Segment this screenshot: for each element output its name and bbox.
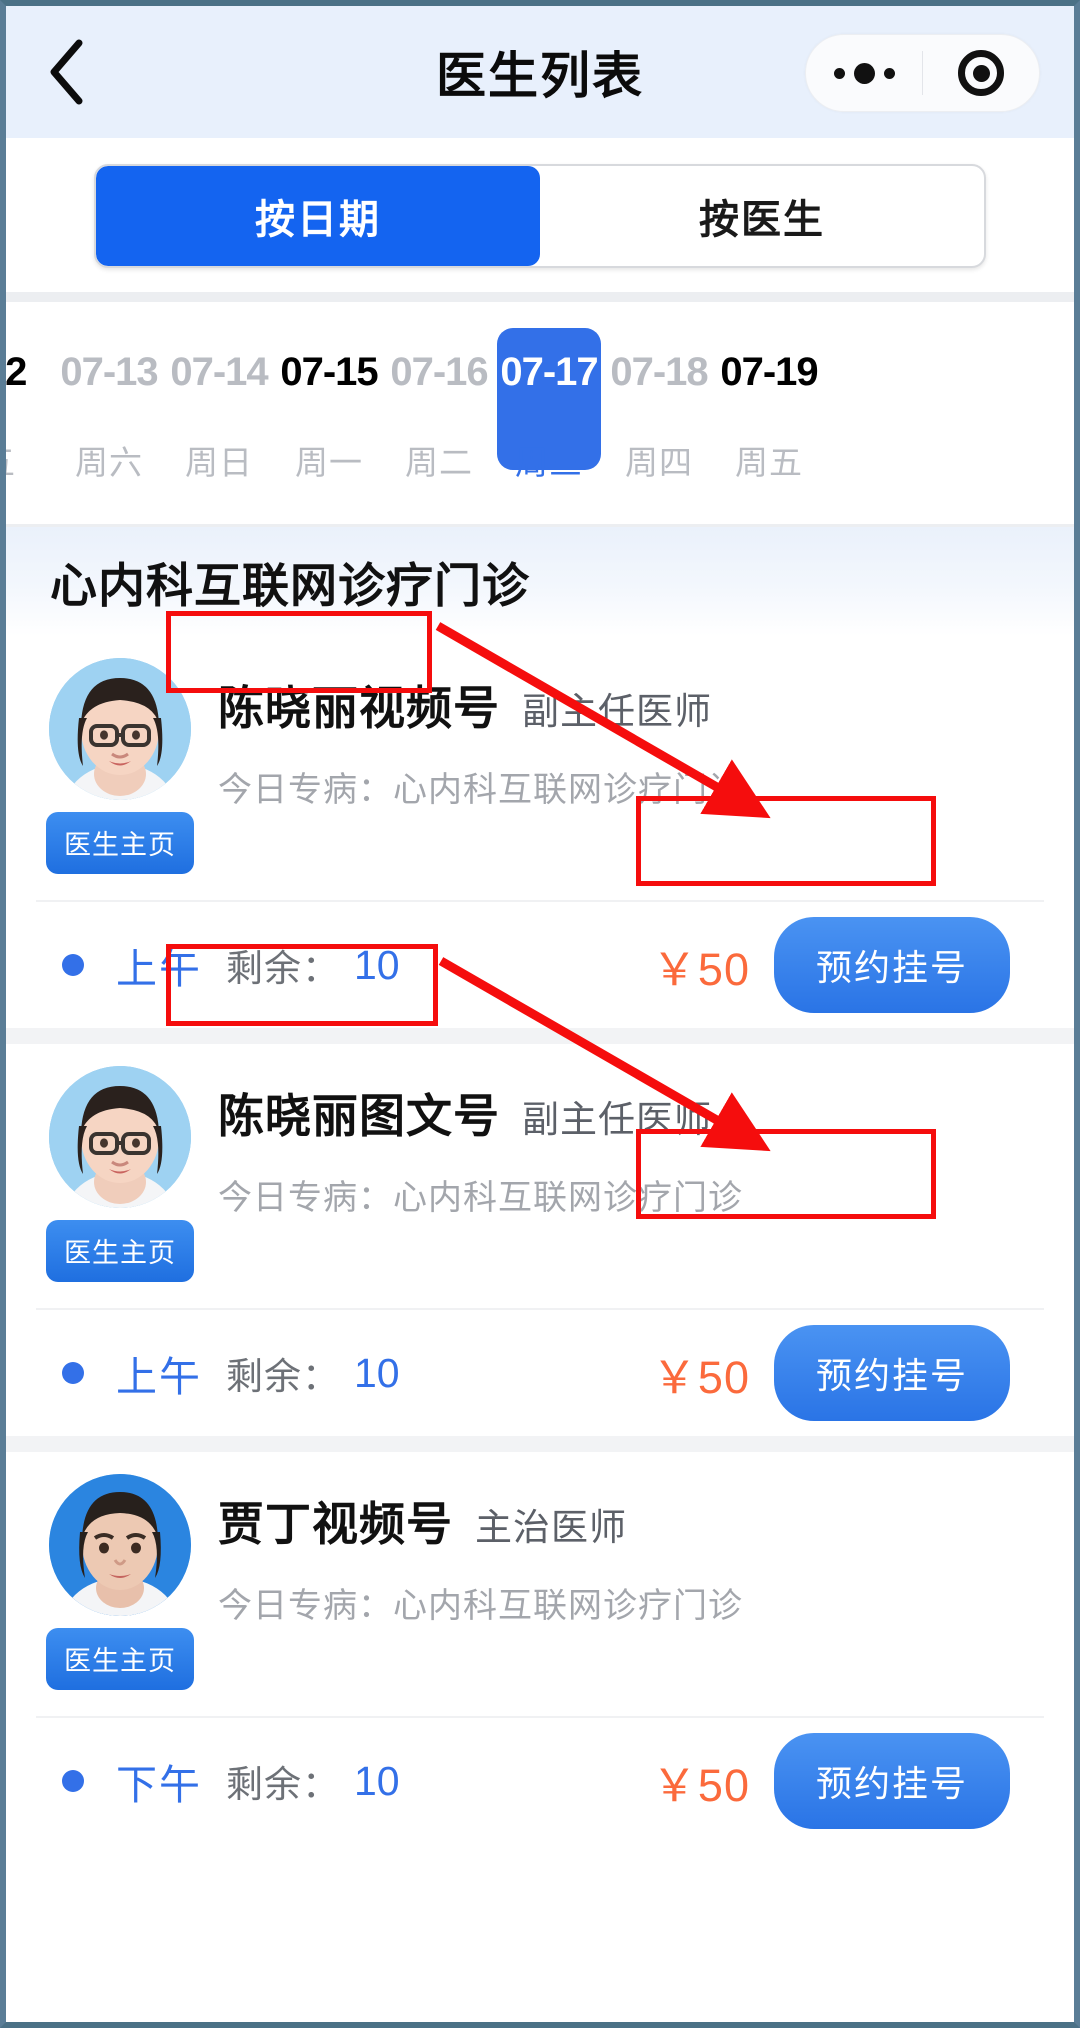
remaining-label: 剩余： <box>226 1764 340 1805</box>
remaining-count: 10 <box>354 1349 400 1396</box>
schedule-period: 下午 <box>116 1762 202 1808</box>
date-number: 07-14 <box>170 350 268 394</box>
doctor-name: 贾丁视频号 <box>218 1498 453 1550</box>
date-number: -12 <box>6 350 27 394</box>
chevron-left-icon <box>46 39 86 105</box>
department-title: 心内科互联网诊疗门诊 <box>50 559 530 612</box>
date-item[interactable]: 07-19 周五 <box>714 302 824 484</box>
doctor-info-row[interactable]: 医生主页 贾丁视频号 主治医师 今日专病：心内科互联网诊疗门诊 <box>6 1452 1074 1704</box>
target-circle-icon <box>958 50 1004 96</box>
date-number: 07-15 <box>280 350 378 394</box>
doctor-name-line: 陈晓丽图文号 副主任医师 <box>218 1080 1044 1146</box>
date-item[interactable]: -12 五 <box>6 302 54 484</box>
remaining-count: 10 <box>354 1757 400 1804</box>
availability-dot-icon <box>62 954 84 976</box>
more-button[interactable] <box>806 35 922 111</box>
section-divider <box>6 292 1074 302</box>
doctor-specialty: 今日专病：心内科互联网诊疗门诊 <box>218 1179 743 1217</box>
back-button[interactable] <box>6 6 126 138</box>
date-number: 07-13 <box>60 350 158 394</box>
doctor-name-line: 贾丁视频号 主治医师 <box>218 1488 1044 1554</box>
doctor-details: 陈晓丽视频号 副主任医师 今日专病：心内科互联网诊疗门诊 <box>204 658 1044 874</box>
schedule-row: 上午 剩余： 10 ￥50 预约挂号 <box>36 900 1044 1028</box>
avatar <box>49 658 191 800</box>
avatar <box>49 1474 191 1616</box>
date-strip[interactable]: -12 五 07-13 周六 07-14 周日 07-15 周一 07-16 周… <box>6 302 1074 524</box>
doctor-card: 医生主页 陈晓丽图文号 副主任医师 今日专病：心内科互联网诊疗门诊 上午 剩余：… <box>6 1044 1074 1436</box>
date-number: 07-17 <box>500 350 598 394</box>
remaining-label: 剩余： <box>226 1356 340 1397</box>
doctor-info-row[interactable]: 医生主页 陈晓丽视频号 副主任医师 今日专病：心内科互联网诊疗门诊 <box>6 636 1074 888</box>
more-dots-icon <box>833 62 895 84</box>
date-weekday: 周二 <box>405 444 473 481</box>
doctor-details: 陈晓丽图文号 副主任医师 今日专病：心内科互联网诊疗门诊 <box>204 1066 1044 1282</box>
tab-switcher: 按日期 按医生 <box>94 164 986 268</box>
remaining-count: 10 <box>354 941 400 988</box>
book-appointment-button[interactable]: 预约挂号 <box>773 1733 1010 1829</box>
doctor-card: 医生主页 贾丁视频号 主治医师 今日专病：心内科互联网诊疗门诊 下午 剩余： 1… <box>6 1452 1074 1844</box>
doctor-details: 贾丁视频号 主治医师 今日专病：心内科互联网诊疗门诊 <box>204 1474 1044 1690</box>
date-weekday: 周三 <box>515 444 583 481</box>
female-doctor-glasses-avatar-icon <box>49 658 191 800</box>
doctor-home-badge[interactable]: 医生主页 <box>46 812 194 874</box>
book-appointment-button[interactable]: 预约挂号 <box>773 917 1010 1013</box>
doctor-card: 医生主页 陈晓丽视频号 副主任医师 今日专病：心内科互联网诊疗门诊 上午 剩余：… <box>6 636 1074 1028</box>
app-screen: 医生列表 按日期 按医生 -12 五 <box>0 0 1080 2028</box>
doctor-title: 副主任医师 <box>522 691 712 732</box>
date-item-selected[interactable]: 07-17 周三 <box>494 302 604 484</box>
date-weekday: 周五 <box>735 444 803 481</box>
tab-by-doctor[interactable]: 按医生 <box>540 166 984 266</box>
schedule-row: 下午 剩余： 10 ￥50 预约挂号 <box>36 1716 1044 1844</box>
tab-switcher-wrap: 按日期 按医生 <box>6 138 1074 292</box>
schedule-period: 上午 <box>116 946 202 992</box>
doctor-info-row[interactable]: 医生主页 陈晓丽图文号 副主任医师 今日专病：心内科互联网诊疗门诊 <box>6 1044 1074 1296</box>
doctor-name: 陈晓丽视频号 <box>218 682 500 734</box>
date-track: -12 五 07-13 周六 07-14 周日 07-15 周一 07-16 周… <box>6 302 824 524</box>
date-weekday: 周日 <box>185 444 253 481</box>
doctor-name-line: 陈晓丽视频号 副主任医师 <box>218 672 1044 738</box>
doctor-specialty: 今日专病：心内科互联网诊疗门诊 <box>218 771 743 809</box>
schedule-period: 上午 <box>116 1354 202 1400</box>
price: ￥50 <box>651 1351 750 1403</box>
availability-dot-icon <box>62 1362 84 1384</box>
doctor-home-badge[interactable]: 医生主页 <box>46 1628 194 1690</box>
doctor-avatar-block: 医生主页 <box>36 1474 204 1690</box>
book-appointment-button[interactable]: 预约挂号 <box>773 1325 1010 1421</box>
doctor-name: 陈晓丽图文号 <box>218 1090 500 1142</box>
miniprogram-capsule <box>805 34 1040 112</box>
doctor-title: 主治医师 <box>475 1507 627 1548</box>
card-divider <box>6 1028 1074 1044</box>
date-item[interactable]: 07-14 周日 <box>164 302 274 484</box>
close-button[interactable] <box>923 35 1039 111</box>
date-item[interactable]: 07-18 周四 <box>604 302 714 484</box>
female-doctor-glasses-avatar-icon <box>49 1066 191 1208</box>
doctor-avatar-block: 医生主页 <box>36 658 204 874</box>
price: ￥50 <box>651 943 750 995</box>
date-item[interactable]: 07-13 周六 <box>54 302 164 484</box>
doctor-home-badge[interactable]: 医生主页 <box>46 1220 194 1282</box>
card-divider <box>6 1436 1074 1452</box>
doctor-specialty: 今日专病：心内科互联网诊疗门诊 <box>218 1587 743 1625</box>
date-item[interactable]: 07-16 周二 <box>384 302 494 484</box>
tab-by-date[interactable]: 按日期 <box>96 166 540 266</box>
date-number: 07-16 <box>390 350 488 394</box>
price: ￥50 <box>651 1759 750 1811</box>
date-weekday: 周六 <box>75 444 143 481</box>
date-weekday: 五 <box>6 436 16 484</box>
date-weekday: 周一 <box>295 444 363 481</box>
schedule-row: 上午 剩余： 10 ￥50 预约挂号 <box>36 1308 1044 1436</box>
doctor-avatar-block: 医生主页 <box>36 1066 204 1282</box>
navigation-bar: 医生列表 <box>6 6 1074 138</box>
availability-dot-icon <box>62 1770 84 1792</box>
doctor-title: 副主任医师 <box>522 1099 712 1140</box>
department-header: 心内科互联网诊疗门诊 <box>6 524 1074 636</box>
date-number: 07-19 <box>720 350 818 394</box>
female-doctor-plain-avatar-icon <box>49 1474 191 1616</box>
date-number: 07-18 <box>610 350 708 394</box>
date-weekday: 周四 <box>625 444 693 481</box>
remaining-label: 剩余： <box>226 948 340 989</box>
date-item[interactable]: 07-15 周一 <box>274 302 384 484</box>
avatar <box>49 1066 191 1208</box>
